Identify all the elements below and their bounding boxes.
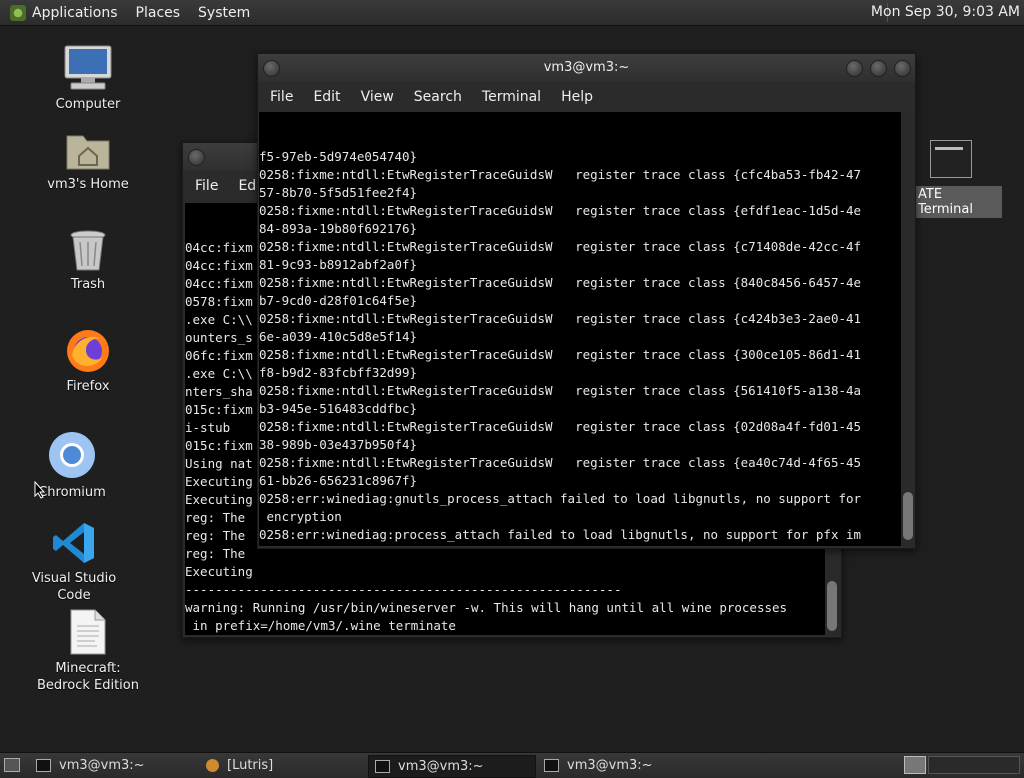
terminal-line: f8-b9d2-83fcbff32d99} (259, 365, 418, 380)
bottom-panel: vm3@vm3:~ [Lutris] vm3@vm3:~ vm3@vm3:~ (0, 752, 1024, 778)
scrollbar-thumb[interactable] (903, 492, 913, 540)
workspace-switcher[interactable] (904, 756, 926, 774)
desktop-icon-label: Visual Studio Code (31, 571, 117, 603)
home-folder-icon (65, 128, 111, 172)
terminal-line: warning: Running /usr/bin/wineserver -w.… (185, 600, 788, 615)
desktop-icon-label: Minecraft: Bedrock Edition (37, 661, 139, 693)
maximize-button[interactable] (870, 60, 887, 77)
launcher-label: ATE Terminal (916, 186, 1002, 218)
desktop-icon-label: Computer (55, 97, 121, 112)
terminal-line: Executing (185, 564, 253, 579)
close-button[interactable] (894, 60, 911, 77)
terminal-icon (544, 759, 559, 772)
desktop-icon-trash[interactable]: Trash (28, 228, 148, 293)
taskbar-item[interactable]: [Lutris] (200, 755, 360, 776)
terminal-line: b3-945e-516483cddfbc} (259, 401, 418, 416)
menu-file[interactable]: File (195, 178, 218, 194)
front-window-titlebar[interactable]: vm3@vm3:~ (258, 54, 915, 82)
lutris-icon (206, 759, 219, 772)
menu-help[interactable]: Help (561, 89, 593, 105)
desktop-icon-home[interactable]: vm3's Home (28, 128, 148, 193)
front-window-scrollbar[interactable] (901, 112, 915, 546)
terminal-line: 0258:fixme:ntdll:EtwRegisterTraceGuidsW … (259, 455, 862, 470)
taskbar-label: vm3@vm3:~ (59, 758, 145, 773)
clock[interactable]: Mon Sep 30, 9:03 AM (871, 4, 1020, 20)
desktop-icon-computer[interactable]: Computer (28, 44, 148, 113)
terminal-line: 38-989b-03e437b950f4} (259, 437, 418, 452)
window-title: vm3@vm3:~ (543, 60, 630, 75)
firefox-icon (64, 326, 112, 374)
front-window-menubar: File Edit View Search Terminal Help (258, 82, 915, 112)
document-icon (69, 608, 107, 656)
taskbar-label: [Lutris] (227, 758, 274, 773)
applications-menu[interactable]: Applications (32, 5, 118, 21)
trash-icon (68, 228, 108, 272)
workspace-switcher-empty[interactable] (928, 756, 1020, 774)
front-terminal-window[interactable]: vm3@vm3:~ File Edit View Search Terminal… (257, 53, 916, 549)
menu-terminal[interactable]: Terminal (482, 89, 541, 105)
top-panel: Applications Places System Mon Sep 30, 9… (0, 0, 1024, 26)
terminal-icon (36, 759, 51, 772)
terminal-line: ----------------------------------------… (185, 582, 622, 597)
window-menu-icon[interactable] (188, 149, 205, 166)
menu-search[interactable]: Search (414, 89, 462, 105)
desktop-icon-label: vm3's Home (47, 177, 129, 192)
terminal-line: encryption (259, 509, 342, 524)
taskbar-item-active[interactable]: vm3@vm3:~ (368, 755, 536, 778)
terminal-line: b7-9cd0-d28f01c64f5e} (259, 293, 418, 308)
terminal-line: 81-9c93-b8912abf2a0f} (259, 257, 418, 272)
terminal-line: 0258:err:winediag:gnutls_process_attach … (259, 491, 862, 506)
desktop-icon-minecraft[interactable]: Minecraft: Bedrock Edition (28, 608, 148, 694)
terminal-line: 57-8b70-5f5d51fee2f4} (259, 185, 418, 200)
gnome-foot-icon[interactable] (10, 4, 26, 21)
terminal-icon (930, 140, 972, 178)
terminal-line: 0258:fixme:ntdll:EtwRegisterTraceGuidsW … (259, 203, 862, 218)
mate-terminal-launcher[interactable]: ATE Terminal (916, 140, 1002, 218)
scrollbar-thumb[interactable] (827, 581, 837, 631)
vscode-icon (51, 520, 97, 566)
front-terminal-output[interactable]: f5-97eb-5d974e054740} 0258:fixme:ntdll:Et… (259, 112, 901, 546)
menu-file[interactable]: File (270, 89, 293, 105)
taskbar-label: vm3@vm3:~ (398, 759, 484, 774)
terminal-line: 0258:fixme:ntdll:EtwRegisterTraceGuidsW … (259, 383, 862, 398)
terminal-line: in prefix=/home/vm3/.wine terminate (185, 618, 456, 633)
mouse-cursor (34, 480, 46, 503)
terminal-line: port/export (259, 544, 901, 546)
taskbar-item[interactable]: vm3@vm3:~ (538, 755, 698, 776)
terminal-line: 61-bb26-656231c8967f} (259, 473, 418, 488)
desktop-icon-firefox[interactable]: Firefox (28, 326, 148, 395)
terminal-line: 0258:fixme:ntdll:EtwRegisterTraceGuidsW … (259, 419, 862, 434)
desktop-icon-label: Trash (70, 277, 106, 292)
desktop-icon-label: Chromium (38, 485, 106, 500)
terminal-line: f5-97eb-5d974e054740} (259, 149, 418, 164)
terminal-line: 0258:fixme:ntdll:EtwRegisterTraceGuidsW … (259, 311, 862, 326)
chromium-icon (47, 430, 97, 480)
desktop-icon-chromium[interactable]: Chromium (12, 430, 132, 501)
terminal-line: 6e-a039-410c5d8e5f14} (259, 329, 418, 344)
system-menu[interactable]: System (198, 5, 250, 21)
terminal-line: 0258:fixme:ntdll:EtwRegisterTraceGuidsW … (259, 239, 862, 254)
desktop-icon-vscode[interactable]: Visual Studio Code (14, 520, 134, 604)
taskbar-label: vm3@vm3:~ (567, 758, 653, 773)
desktop-icon-label: Firefox (66, 379, 110, 394)
minimize-button[interactable] (846, 60, 863, 77)
places-menu[interactable]: Places (136, 5, 181, 21)
terminal-line: 0258:fixme:ntdll:EtwRegisterTraceGuidsW … (259, 275, 862, 290)
menu-edit[interactable]: Edit (313, 89, 340, 105)
menu-view[interactable]: View (361, 89, 394, 105)
taskbar-item[interactable]: vm3@vm3:~ (30, 755, 190, 776)
terminal-line: 0258:fixme:ntdll:EtwRegisterTraceGuidsW … (259, 167, 862, 182)
show-desktop-icon[interactable] (4, 758, 20, 772)
computer-icon (63, 44, 113, 92)
terminal-line: 0258:fixme:ntdll:EtwRegisterTraceGuidsW … (259, 347, 862, 362)
terminal-line: 84-893a-19b80f692176} (259, 221, 418, 236)
terminal-icon (375, 760, 390, 773)
terminal-line: 0258:err:winediag:process_attach failed … (259, 527, 862, 542)
